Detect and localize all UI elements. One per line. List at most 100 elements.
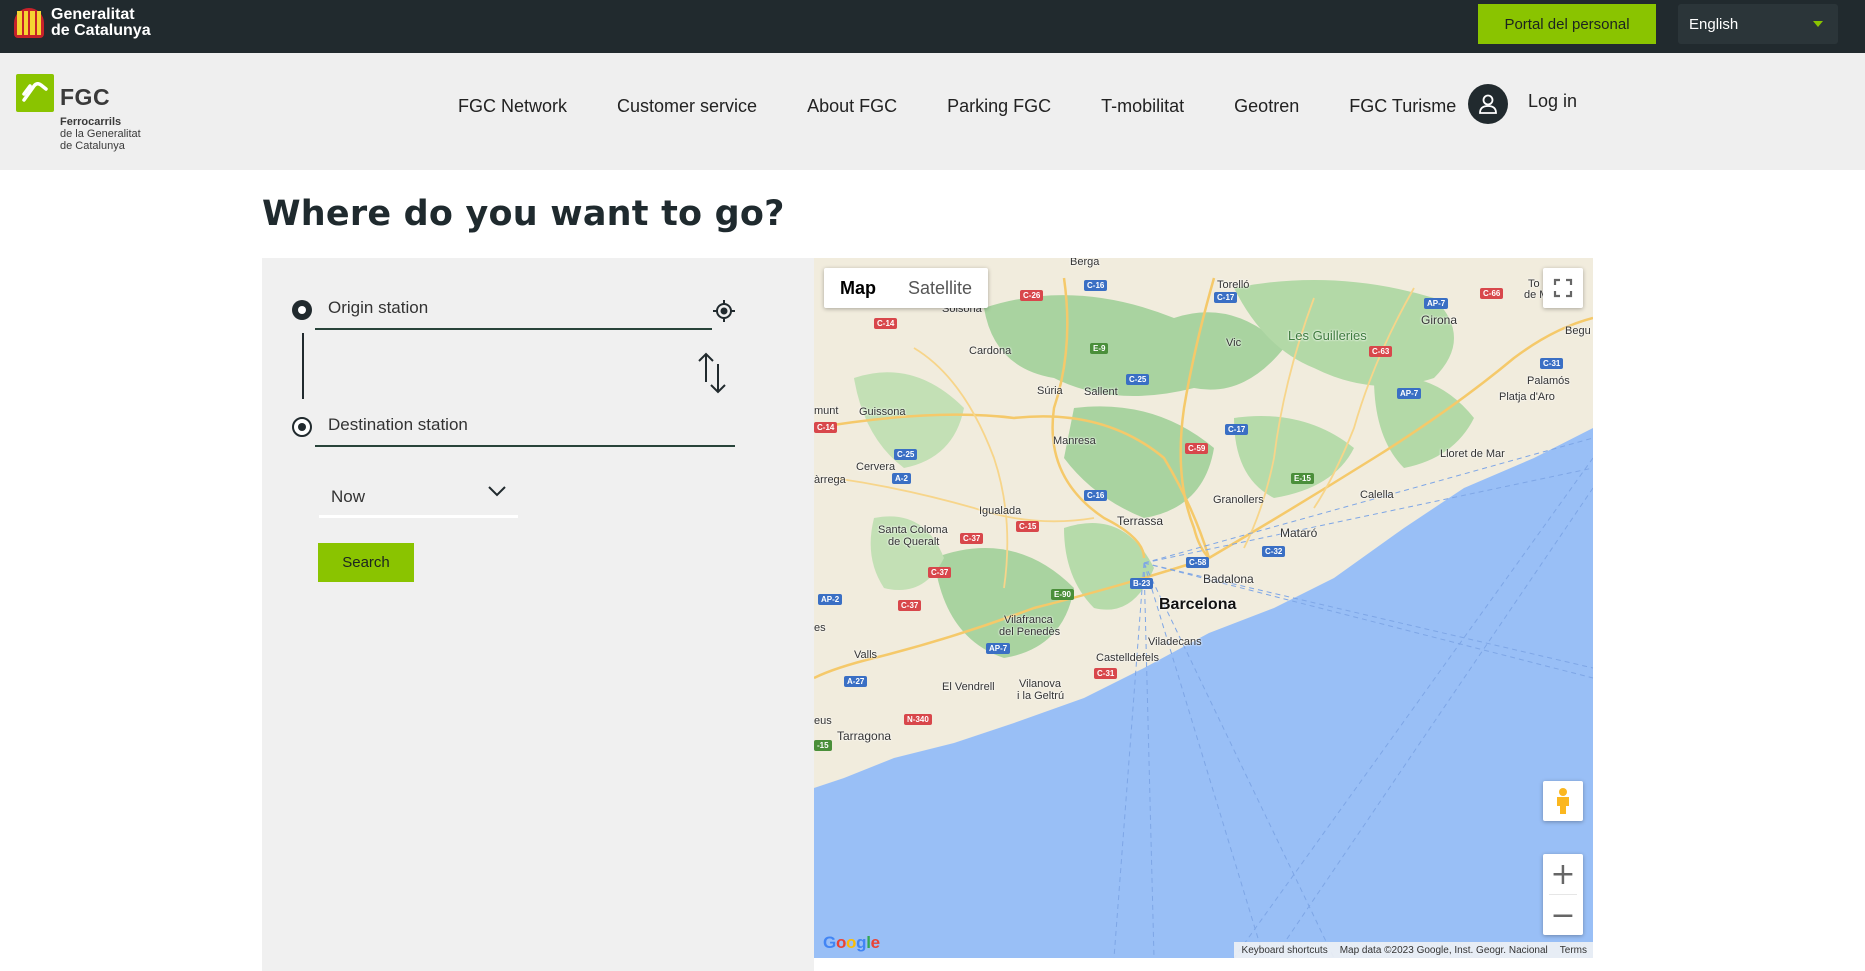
route-search-panel: Origin station Destination station Now S…: [262, 258, 814, 971]
swap-stations-icon[interactable]: [696, 350, 730, 396]
map-label-torello: Torelló: [1217, 279, 1250, 291]
map-type-control: Map Satellite: [824, 268, 989, 308]
map-label-granollers: Granollers: [1213, 494, 1264, 506]
map-label-barcelona: Barcelona: [1159, 596, 1237, 613]
road-shield: C-63: [1369, 346, 1393, 357]
portal-personal-button[interactable]: Portal del personal: [1478, 4, 1656, 44]
map-label-lloret: Lloret de Mar: [1440, 448, 1505, 460]
fullscreen-icon[interactable]: [1543, 268, 1583, 308]
road-shield: E-9: [1090, 343, 1109, 354]
map-label-vic: Vic: [1226, 337, 1242, 349]
map-label-viladecans: Viladecans: [1148, 636, 1202, 648]
zoom-in-icon[interactable]: +: [1543, 854, 1583, 894]
road-shield: C-15: [1016, 521, 1040, 532]
destination-station-input[interactable]: Destination station: [315, 415, 735, 447]
map-label-castelldefels: Castelldefels: [1096, 652, 1159, 664]
road-shield: C-37: [928, 567, 952, 578]
road-shield: C-14: [814, 422, 838, 433]
map-label-cervera: Cervera: [856, 461, 896, 473]
search-button[interactable]: Search: [318, 543, 414, 582]
map-label-mataro: Mataró: [1280, 526, 1318, 540]
nav-about-fgc[interactable]: About FGC: [807, 96, 897, 117]
user-icon: [1468, 84, 1508, 124]
map-attribution: Keyboard shortcuts Map data ©2023 Google…: [1233, 942, 1593, 958]
road-shield: A-27: [844, 676, 868, 687]
map-label-terrassa: Terrassa: [1117, 514, 1164, 528]
road-shield: C-59: [1185, 443, 1209, 454]
road-shield: C-17: [1225, 424, 1249, 435]
map-label-santa-coloma-2: de Queralt: [888, 536, 940, 548]
page-title: Where do you want to go?: [262, 194, 785, 234]
map-label-vilafranca-2: del Penedès: [999, 626, 1061, 638]
destination-placeholder: Destination station: [328, 415, 468, 434]
road-shield: C-37: [960, 533, 984, 544]
language-value: English: [1689, 15, 1739, 33]
map-label-calella: Calella: [1360, 489, 1394, 501]
map-label-badalona: Badalona: [1203, 572, 1254, 586]
road-shield: -15: [814, 740, 832, 751]
road-shield: C-32: [1262, 546, 1286, 557]
road-shield: C-26: [1020, 290, 1044, 301]
map-label-girona: Girona: [1421, 313, 1458, 327]
nav-customer-service[interactable]: Customer service: [617, 96, 757, 117]
road-shield: C-66: [1480, 288, 1504, 299]
road-shield: E-15: [1291, 473, 1314, 484]
road-shield: AP-2: [818, 594, 843, 605]
login-button[interactable]: Log in: [1468, 84, 1577, 124]
gencat-emblem-icon: [14, 8, 44, 38]
destination-marker-icon: [292, 417, 312, 437]
map-label-valls: Valls: [854, 649, 878, 661]
zoom-out-icon[interactable]: −: [1543, 895, 1583, 935]
map-label-les-guilleries: Les Guilleries: [1288, 328, 1367, 343]
map-type-map-button[interactable]: Map: [824, 268, 892, 308]
origin-placeholder: Origin station: [328, 298, 429, 317]
road-shield: AP-7: [986, 643, 1011, 654]
road-shield: C-25: [894, 449, 918, 460]
road-shield: N-340: [904, 714, 932, 725]
map-type-satellite-button[interactable]: Satellite: [892, 268, 988, 308]
gencat-logo[interactable]: Generalitat de Catalunya: [14, 7, 151, 39]
map-label-sallent: Sallent: [1084, 386, 1118, 398]
street-view-pegman-icon[interactable]: [1543, 781, 1583, 821]
route-connector-line: [302, 333, 304, 399]
nav-parking-fgc[interactable]: Parking FGC: [947, 96, 1051, 117]
road-shield: AP-7: [1424, 298, 1449, 309]
road-shield: C-16: [1084, 280, 1108, 291]
road-shield: A-2: [892, 473, 911, 484]
nav-fgc-network[interactable]: FGC Network: [458, 96, 567, 117]
map-label-vilanova: Vilanova: [1019, 678, 1061, 690]
main-nav: FGC Network Customer service About FGC P…: [458, 96, 1506, 117]
map-label-platja: Platja d'Aro: [1499, 391, 1555, 403]
map-label-arrega: àrrega: [814, 474, 846, 486]
road-shield: C-37: [898, 600, 922, 611]
keyboard-shortcuts-link[interactable]: Keyboard shortcuts: [1242, 945, 1328, 956]
road-shield: C-25: [1126, 374, 1150, 385]
road-shield: C-16: [1084, 490, 1108, 501]
login-label: Log in: [1528, 90, 1578, 111]
map-label-vilanova-2: i la Geltrú: [1017, 690, 1065, 702]
departure-time-select[interactable]: Now: [319, 478, 518, 518]
road-shield: B-23: [1130, 578, 1154, 589]
site-header: FGC Ferrocarrils de la Generalitat de Ca…: [0, 53, 1865, 170]
origin-marker-icon: [292, 300, 312, 320]
map-label-palamos: Palamós: [1527, 375, 1570, 387]
nav-geotren[interactable]: Geotren: [1234, 96, 1299, 117]
map-label-munt: munt: [814, 405, 839, 417]
road-shield: E-90: [1051, 589, 1074, 600]
map-label-manresa: Manresa: [1053, 435, 1096, 447]
google-logo[interactable]: Google: [823, 933, 880, 953]
origin-station-input[interactable]: Origin station: [315, 298, 712, 330]
terms-link[interactable]: Terms: [1560, 945, 1587, 956]
map-label-cardona: Cardona: [969, 345, 1012, 357]
language-select[interactable]: English: [1678, 4, 1838, 44]
map-label-tarragona: Tarragona: [837, 729, 892, 743]
locate-me-icon[interactable]: [711, 298, 737, 324]
route-map[interactable]: Berga Solsona Torelló Girona Cardona Vic…: [814, 258, 1593, 958]
map-label-begur: Begu: [1565, 325, 1591, 337]
fgc-logo-name: FGC: [60, 84, 111, 110]
nav-t-mobilitat[interactable]: T-mobilitat: [1101, 96, 1184, 117]
fgc-logo-sub2: de la Generalitat: [60, 128, 141, 140]
nav-fgc-turisme[interactable]: FGC Turisme: [1349, 96, 1456, 117]
top-bar: Generalitat de Catalunya Portal del pers…: [0, 0, 1865, 53]
map-label-eus: eus: [814, 715, 832, 727]
